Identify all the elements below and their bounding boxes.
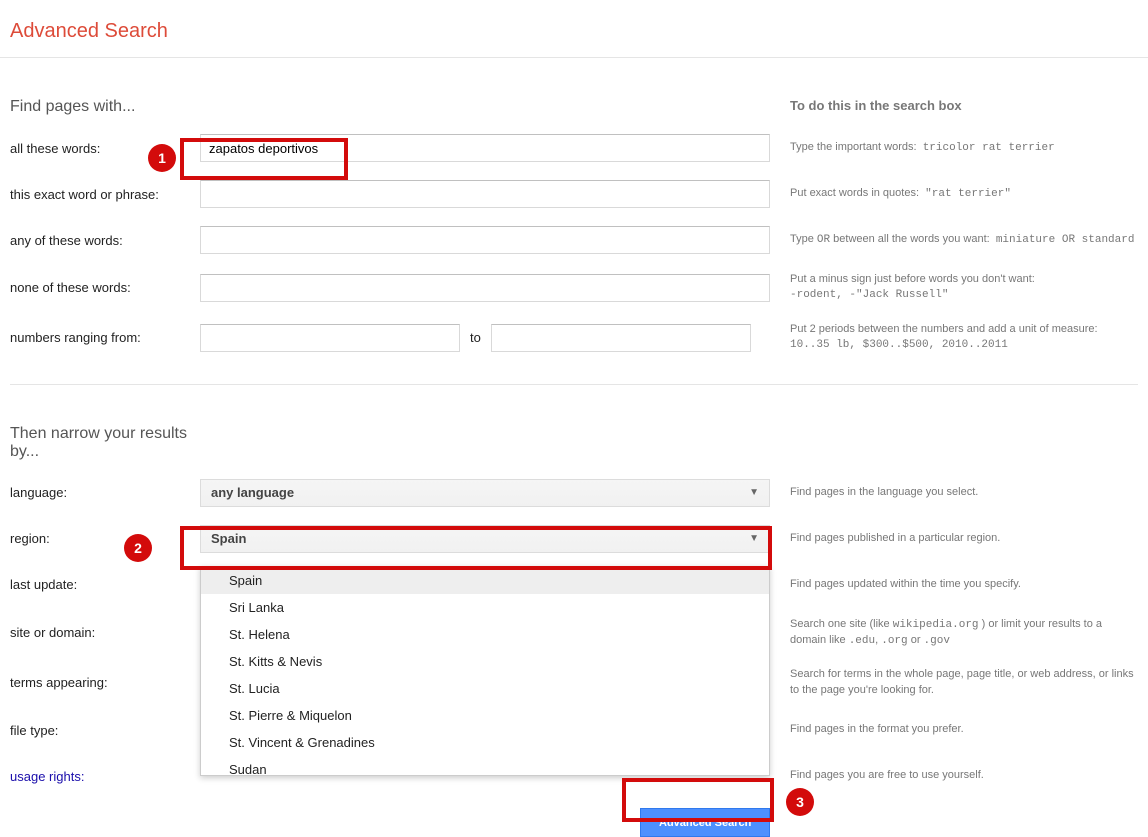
select-language-value: any language — [211, 485, 294, 500]
divider — [10, 384, 1138, 385]
region-option[interactable]: St. Helena — [201, 621, 769, 648]
section-narrow-title: Then narrow your results by... — [10, 425, 220, 461]
label-to: to — [470, 330, 481, 345]
region-dropdown: Spain Sri Lanka St. Helena St. Kitts & N… — [200, 566, 770, 776]
input-exact-phrase[interactable] — [200, 180, 770, 208]
row-number-range: numbers ranging from: to Put 2 periods b… — [10, 322, 1138, 354]
row-none-words: none of these words: Put a minus sign ju… — [10, 272, 1138, 304]
section-find-pages-title: Find pages with... — [10, 98, 220, 116]
chevron-down-icon: ▼ — [749, 533, 759, 544]
label-none-words: none of these words: — [10, 280, 200, 295]
select-region-value: Spain — [211, 531, 246, 546]
help-language: Find pages in the language you select. — [770, 485, 1138, 500]
region-option[interactable]: Spain — [201, 567, 769, 594]
advanced-search-button[interactable]: Advanced Search — [640, 808, 770, 837]
chevron-down-icon: ▼ — [749, 487, 759, 498]
region-option[interactable]: St. Pierre & Miquelon — [201, 702, 769, 729]
page-title: Advanced Search — [10, 20, 1138, 43]
help-any-words: Type OR between all the words you want: … — [770, 232, 1138, 248]
row-all-words: all these words: Type the important word… — [10, 134, 1138, 162]
label-last-update: last update: — [10, 577, 200, 592]
label-usage-rights[interactable]: usage rights: — [10, 769, 200, 784]
label-number-range: numbers ranging from: — [10, 330, 200, 345]
row-exact-phrase: this exact word or phrase: Put exact wor… — [10, 180, 1138, 208]
input-range-from[interactable] — [200, 324, 460, 352]
content: Find pages with... To do this in the sea… — [0, 58, 1148, 837]
label-exact-phrase: this exact word or phrase: — [10, 187, 200, 202]
help-none-words: Put a minus sign just before words you d… — [770, 272, 1138, 304]
region-option[interactable]: Sudan — [201, 756, 769, 775]
help-usage-rights: Find pages you are free to use yourself. — [770, 768, 1138, 783]
region-dropdown-list[interactable]: Spain Sri Lanka St. Helena St. Kitts & N… — [201, 567, 769, 775]
label-site-domain: site or domain: — [10, 625, 200, 640]
row-any-words: any of these words: Type OR between all … — [10, 226, 1138, 254]
help-header: To do this in the search box — [790, 98, 1138, 113]
select-region[interactable]: Spain ▼ — [200, 525, 770, 553]
help-number-range: Put 2 periods between the numbers and ad… — [770, 322, 1138, 354]
row-language: language: any language ▼ Find pages in t… — [10, 479, 1138, 507]
help-all-words: Type the important words: tricolor rat t… — [770, 140, 1138, 156]
region-option[interactable]: Sri Lanka — [201, 594, 769, 621]
help-file-type: Find pages in the format you prefer. — [770, 722, 1138, 737]
page-header: Advanced Search — [0, 0, 1148, 58]
region-option[interactable]: St. Vincent & Grenadines — [201, 729, 769, 756]
input-all-words[interactable] — [200, 134, 770, 162]
label-any-words: any of these words: — [10, 233, 200, 248]
label-region: region: — [10, 531, 200, 546]
region-option[interactable]: St. Kitts & Nevis — [201, 648, 769, 675]
help-last-update: Find pages updated within the time you s… — [770, 577, 1138, 592]
help-region: Find pages published in a particular reg… — [770, 531, 1138, 546]
row-region: region: Spain ▼ Find pages published in … — [10, 525, 1138, 553]
label-file-type: file type: — [10, 723, 200, 738]
help-site-domain: Search one site (like wikipedia.org ) or… — [770, 617, 1138, 650]
input-any-words[interactable] — [200, 226, 770, 254]
help-exact-phrase: Put exact words in quotes: "rat terrier" — [770, 186, 1138, 202]
help-terms-appearing: Search for terms in the whole page, page… — [770, 667, 1138, 698]
label-all-words: all these words: — [10, 141, 200, 156]
select-language[interactable]: any language ▼ — [200, 479, 770, 507]
input-range-to[interactable] — [491, 324, 751, 352]
label-terms-appearing: terms appearing: — [10, 675, 200, 690]
label-language: language: — [10, 485, 200, 500]
region-option[interactable]: St. Lucia — [201, 675, 769, 702]
input-none-words[interactable] — [200, 274, 770, 302]
